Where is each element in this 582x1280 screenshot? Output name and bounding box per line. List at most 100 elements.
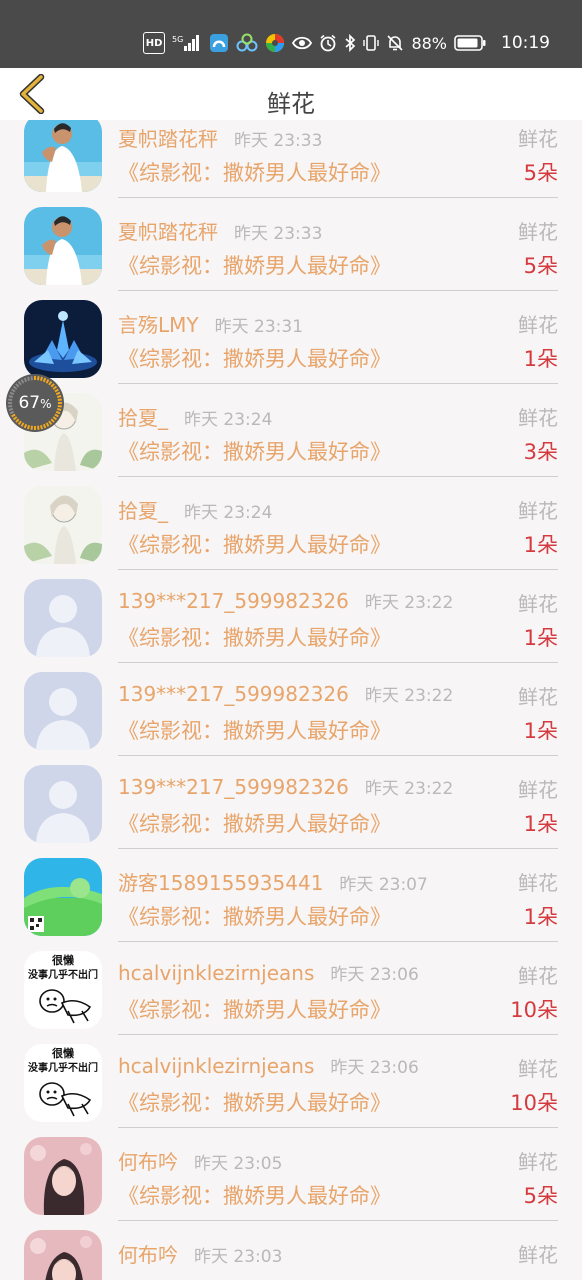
gift-time: 昨天 23:07 (339, 875, 428, 895)
sender-name-text: hcalvijnklezirnjeans (118, 1054, 315, 1078)
sender-name-text: hcalvijnklezirnjeans (118, 961, 315, 985)
flower-count: 10朵 (510, 998, 558, 1022)
sender-name: 139***217_599982326 昨天 23:22 (118, 588, 453, 613)
avatar[interactable] (24, 579, 102, 657)
book-title-link[interactable]: 《综影视：撒娇男人最好命》 (118, 715, 391, 745)
battery-icon (454, 33, 486, 53)
book-title-link[interactable]: 《综影视：撒娇男人最好命》 (118, 529, 391, 559)
list-item[interactable]: 夏帜踏花秤 昨天 23:33 鲜花《综影视：撒娇男人最好命》 5朵 (0, 204, 582, 297)
flower-count: 1朵 (523, 533, 558, 557)
sender-name: 夏帜踏花秤 昨天 23:33 (118, 216, 322, 245)
flower-count: 10朵 (510, 1091, 558, 1115)
gift-type: 鲜花 (518, 685, 558, 709)
book-title-link[interactable]: 《综影视：撒娇男人最好命》 (118, 436, 391, 466)
list-item[interactable]: 何布吟 昨天 23:03 鲜花 (0, 1227, 582, 1280)
svg-text:没事几乎不出门: 没事几乎不出门 (28, 1061, 98, 1074)
gift-time: 昨天 23:24 (184, 503, 273, 523)
list-item[interactable]: 拾夏_ 昨天 23:24 鲜花 《综影视：撒娇男人最好命》 3朵 (0, 390, 582, 483)
gift-type: 鲜花 (518, 1057, 558, 1081)
avatar[interactable] (24, 120, 102, 192)
flower-count: 5朵 (523, 254, 558, 278)
signal-5g-icon: 5G (172, 33, 202, 53)
gift-type: 鲜花 (518, 220, 558, 244)
avatar[interactable]: 很懒 没事几乎不出门 (24, 1044, 102, 1122)
list-item[interactable]: 139***217_599982326 昨天 23:22 鲜花《综影视：撒娇男人最好… (0, 669, 582, 762)
mute-bell-icon (386, 33, 404, 53)
row-divider (118, 755, 558, 756)
gift-time: 昨天 23:22 (364, 779, 454, 799)
gift-time: 昨天 23:22 (364, 686, 454, 706)
flower-count: 1朵 (523, 905, 558, 929)
row-divider (118, 941, 558, 942)
svg-text:很懒: 很懒 (51, 1046, 74, 1060)
battery-percent: 88% (411, 33, 447, 53)
list-item[interactable]: 何布吟 昨天 23:05 鲜花《综影视：撒娇男人最好命》 5朵 (0, 1134, 582, 1227)
flower-count: 1朵 (523, 347, 558, 371)
eye-icon (292, 33, 313, 53)
avatar[interactable] (24, 672, 102, 750)
book-title-link[interactable]: 《综影视：撒娇男人最好命》 (118, 901, 391, 931)
gift-time: 昨天 23:24 (184, 410, 273, 430)
gift-time: 昨天 23:22 (364, 593, 454, 613)
flower-count: 1朵 (523, 812, 558, 836)
gift-time: 昨天 23:31 (214, 317, 304, 337)
avatar[interactable] (24, 858, 102, 936)
gift-type: 鲜花 (518, 592, 558, 616)
flower-count: 1朵 (523, 626, 558, 650)
nav-bar: 鲜花 (0, 68, 582, 120)
book-title-link[interactable]: 《综影视：撒娇男人最好命》 (118, 343, 391, 373)
flower-gift-list[interactable]: 夏帜踏花秤 昨天 23:33 鲜花 《综影视：撒娇男人最好命》 5朵 夏帜踏花秤 昨天 23… (0, 120, 582, 1280)
list-item[interactable]: 拾夏_ 昨天 23:24 鲜花 《综影视：撒娇男人最好命》 1朵 (0, 483, 582, 576)
avatar[interactable] (24, 207, 102, 285)
progress-value: 67% (18, 393, 52, 413)
avatar[interactable] (24, 486, 102, 564)
app-icon-blue (209, 33, 229, 53)
book-title-link[interactable]: 《综影视：撒娇男人最好命》 (118, 808, 391, 838)
list-item[interactable]: 夏帜踏花秤 昨天 23:33 鲜花 《综影视：撒娇男人最好命》 5朵 (0, 120, 582, 204)
network-type-label: 5G (172, 35, 183, 44)
book-title-link[interactable]: 《综影视：撒娇男人最好命》 (118, 157, 391, 187)
book-title-link[interactable]: 《综影视：撒娇男人最好命》 (118, 622, 391, 652)
list-item[interactable]: 很懒 没事几乎不出门 hcalvijnklezirnjeans 昨天 23:06 鲜花《… (0, 948, 582, 1041)
avatar[interactable]: 很懒 没事几乎不出门 (24, 951, 102, 1029)
list-item[interactable]: 游客1589155935441 昨天 23:07 鲜花 《综影视：撒娇男人最好命》 1朵 (0, 855, 582, 948)
page-title: 鲜花 (267, 90, 315, 118)
status-time: 10:19 (501, 33, 550, 53)
list-item[interactable]: 139***217_599982326 昨天 23:22 鲜花《综影视：撒娇男人最好… (0, 576, 582, 669)
sender-name: 何布吟 昨天 23:05 (118, 1146, 282, 1175)
gift-type: 鲜花 (518, 1150, 558, 1174)
sender-name: 139***217_599982326 昨天 23:22 (118, 774, 453, 799)
list-item[interactable]: 139***217_599982326 昨天 23:22 鲜花 《综影视：撒娇男人最好… (0, 762, 582, 855)
flower-count: 5朵 (523, 1184, 558, 1208)
book-title-link[interactable]: 《综影视：撒娇男人最好命》 (118, 994, 391, 1024)
row-divider (118, 290, 558, 291)
book-title-link[interactable]: 《综影视：撒娇男人最好命》 (118, 1087, 391, 1117)
flower-count: 1朵 (523, 719, 558, 743)
gift-type: 鲜花 (518, 1243, 558, 1267)
book-title-link[interactable]: 《综影视：撒娇男人最好命》 (118, 250, 391, 280)
gift-time: 昨天 23:06 (330, 1058, 419, 1078)
floating-progress-ring[interactable]: 67% (6, 374, 64, 432)
sender-name: 139***217_599982326 昨天 23:22 (118, 681, 453, 706)
list-item[interactable]: 言殇LMY 昨天 23:31 鲜花 《综影视：撒娇男人最好命》 1朵 (0, 297, 582, 390)
gift-time: 昨天 23:03 (194, 1247, 283, 1267)
sender-name: hcalvijnklezirnjeans 昨天 23:06 (118, 1053, 419, 1078)
list-item[interactable]: 很懒 没事几乎不出门 hcalvijnklezirnjeans 昨天 23:06 鲜花《… (0, 1041, 582, 1134)
flower-count: 3朵 (523, 440, 558, 464)
avatar[interactable] (24, 300, 102, 378)
sender-name-text: 何布吟 (118, 1243, 178, 1267)
avatar[interactable] (24, 1230, 102, 1280)
sender-name-text: 游客1589155935441 (118, 871, 324, 895)
gift-time: 昨天 23:06 (330, 965, 419, 985)
sender-name-text: 言殇LMY (118, 313, 199, 337)
row-divider (118, 197, 558, 198)
sender-name-text: 拾夏_ (118, 406, 168, 430)
sender-name-text: 拾夏_ (118, 499, 168, 523)
book-title-link[interactable]: 《综影视：撒娇男人最好命》 (118, 1180, 391, 1210)
app-icon-clouds (236, 33, 258, 53)
avatar[interactable] (24, 1137, 102, 1215)
bluetooth-icon (344, 33, 356, 53)
sender-name-text: 139***217_599982326 (118, 589, 349, 613)
flower-count: 5朵 (523, 161, 558, 185)
avatar[interactable] (24, 765, 102, 843)
